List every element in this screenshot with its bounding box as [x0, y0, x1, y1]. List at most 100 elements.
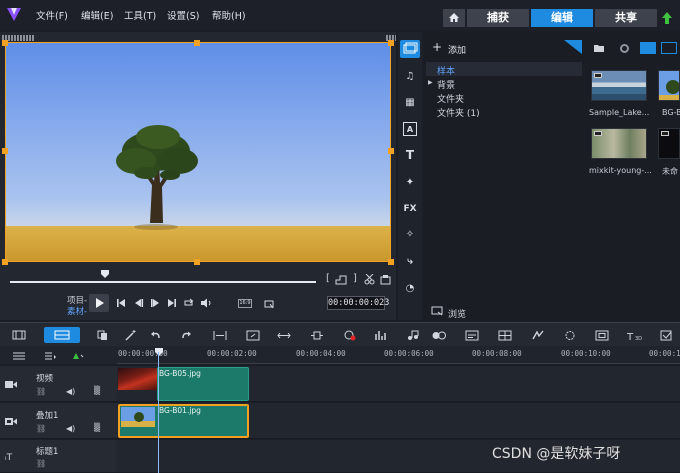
fullscreen-icon[interactable] [264, 299, 274, 309]
scrubber-track[interactable] [10, 281, 316, 283]
crop-handle[interactable] [2, 148, 8, 154]
storyboard-view-icon[interactable] [12, 330, 26, 340]
tree-item-folder-1[interactable]: 文件夹 (1) [437, 106, 480, 119]
multi-camera-icon[interactable] [498, 330, 512, 341]
menu-edit[interactable]: 编辑(E) [81, 8, 113, 22]
track-name-overlay[interactable]: 叠加1 [36, 409, 58, 421]
link-icon[interactable]: ⛓ [36, 424, 46, 433]
undo-icon[interactable] [150, 330, 161, 341]
volume-icon[interactable] [200, 298, 212, 308]
repeat-icon[interactable] [183, 298, 194, 308]
trim-icon[interactable] [335, 275, 347, 285]
crop-handle[interactable] [388, 40, 394, 46]
mark-out-icon[interactable]: ] [353, 273, 357, 284]
split-icon[interactable] [213, 330, 227, 341]
redo-icon[interactable] [181, 330, 192, 341]
track-header-video[interactable] [0, 366, 117, 402]
tab-share[interactable]: 共享 [595, 9, 657, 27]
crop-handle[interactable] [194, 40, 200, 46]
mark-in-icon[interactable]: [ [326, 273, 330, 284]
track-name-video[interactable]: 视频 [36, 372, 53, 384]
scrubber-thumb[interactable] [101, 270, 109, 278]
thumbnail-sample-lake[interactable] [591, 70, 647, 101]
menu-tools[interactable]: 工具(T) [124, 8, 156, 22]
menu-file[interactable]: 文件(F) [36, 8, 68, 22]
media-library-button[interactable] [400, 40, 420, 58]
track-header-overlay[interactable] [0, 403, 117, 439]
instant-project-icon[interactable]: ▦ [403, 96, 417, 110]
tree-item-folder[interactable]: 文件夹 [437, 92, 464, 105]
add-folder-button[interactable]: 添加 [448, 43, 466, 56]
view-thumbnails-button[interactable] [640, 42, 656, 54]
next-frame-icon[interactable] [150, 298, 160, 308]
speed-icon[interactable]: ◔ [403, 282, 417, 296]
mute-icon[interactable]: ◀) [66, 424, 75, 433]
audio-icon[interactable]: ♫ [403, 70, 417, 84]
tab-home[interactable] [443, 9, 465, 27]
ripple-edit-icon[interactable] [44, 352, 56, 360]
transition-icon[interactable]: ✦ [403, 176, 417, 190]
prev-frame-icon[interactable] [134, 298, 144, 308]
expand-arrow-icon[interactable]: ▶ [428, 79, 433, 86]
thumbnail-untitled[interactable] [658, 128, 680, 159]
crop-handle[interactable] [388, 148, 394, 154]
playhead-marker-icon[interactable] [155, 348, 163, 356]
record-capture-icon[interactable] [344, 330, 356, 341]
magic-wand-icon[interactable] [125, 330, 137, 341]
mask-creator-icon[interactable] [563, 330, 577, 341]
template-icon[interactable]: A [403, 122, 417, 136]
3d-title-icon[interactable]: T 3D [627, 330, 643, 341]
subtitle-editor-icon[interactable] [465, 330, 479, 341]
crop-handle[interactable] [388, 259, 394, 265]
track-list-icon[interactable] [12, 352, 26, 360]
pan-zoom-icon[interactable] [595, 330, 609, 341]
mode-clip[interactable]: 素材- [67, 305, 87, 317]
aspect-ratio-button[interactable]: 16:9 [238, 299, 252, 308]
skip-end-icon[interactable] [167, 298, 177, 308]
preview-frame[interactable] [5, 42, 391, 262]
time-remap-icon[interactable] [531, 330, 545, 341]
thumbnail-mixkit[interactable] [591, 128, 647, 159]
track-header-title[interactable] [0, 440, 117, 473]
add-icon[interactable]: + [432, 40, 442, 54]
crop-handle[interactable] [2, 259, 8, 265]
link-icon[interactable]: ⛓ [36, 459, 46, 468]
snapshot-icon[interactable] [380, 274, 391, 285]
thumbnail-bg-b[interactable] [658, 70, 680, 101]
auto-music-icon[interactable] [407, 330, 419, 341]
tree-item-background[interactable]: 背景 [437, 78, 455, 91]
fit-project-icon[interactable] [277, 330, 291, 341]
zoom-toggle-icon[interactable] [72, 352, 84, 360]
tree-item-samples[interactable]: 样本 [437, 64, 455, 77]
track-grid-icon[interactable]: ▒ [94, 423, 100, 432]
track-name-title[interactable]: 标题1 [36, 445, 58, 457]
crop-handle[interactable] [2, 40, 8, 46]
track-grid-icon[interactable]: ▒ [94, 386, 100, 395]
timecode-display[interactable]: 00:00:00:023 [327, 296, 389, 310]
skip-start-icon[interactable] [116, 298, 126, 308]
folder-open-icon[interactable] [593, 43, 605, 53]
tab-capture[interactable]: 捕获 [467, 9, 529, 27]
crop-handle[interactable] [194, 259, 200, 265]
motion-tracking-icon[interactable] [432, 330, 446, 341]
timeline-view-button[interactable] [44, 327, 80, 343]
browse-icon[interactable] [431, 306, 443, 316]
play-button[interactable] [89, 294, 109, 312]
fx-icon[interactable]: FX [403, 202, 417, 216]
title-icon[interactable]: T [403, 148, 417, 162]
tab-edit[interactable]: 编辑 [531, 9, 593, 27]
copy-icon[interactable] [97, 330, 108, 341]
chapter-cue-icon[interactable] [660, 330, 674, 341]
menu-help[interactable]: 帮助(H) [212, 8, 246, 22]
settings-gear-icon[interactable] [619, 43, 630, 54]
motion-path-icon[interactable]: ⤷ [403, 255, 417, 269]
browse-button[interactable]: 浏览 [448, 307, 466, 320]
track-manager-icon[interactable] [310, 330, 324, 341]
link-icon[interactable]: ⛓ [36, 387, 46, 396]
mute-icon[interactable]: ◀) [66, 387, 75, 396]
view-list-button[interactable] [661, 42, 677, 54]
screen-record-icon[interactable] [246, 330, 260, 341]
graphics-icon[interactable]: ✧ [403, 228, 417, 242]
menu-settings[interactable]: 设置(S) [167, 8, 199, 22]
sound-mixer-icon[interactable] [374, 330, 388, 341]
